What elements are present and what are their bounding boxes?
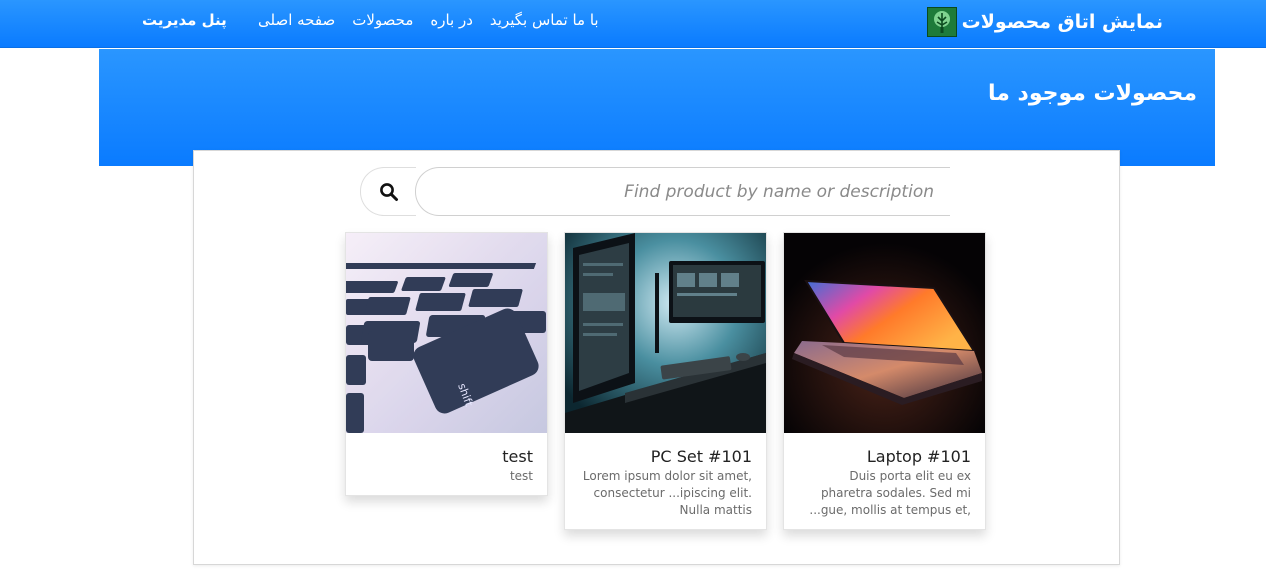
nav-link-products[interactable]: محصولات	[352, 11, 413, 33]
product-card[interactable]: PC Set #101 Lorem ipsum dolor sit amet, …	[564, 232, 767, 530]
pc-setup-photo	[565, 233, 766, 433]
brand[interactable]: نمایش اتاق محصولات	[926, 6, 1163, 38]
product-card[interactable]: shift test test	[345, 232, 548, 496]
product-title: test	[502, 447, 533, 466]
nav-link-contact[interactable]: با ما تماس بگیرید	[490, 11, 599, 33]
tree-logo-icon	[926, 7, 957, 37]
product-title: Laptop #101	[866, 447, 971, 466]
laptop-photo	[784, 233, 985, 433]
brand-title: نمایش اتاق محصولات	[961, 11, 1163, 33]
top-navbar: نمایش اتاق محصولات صفحه اصلی محصولات در …	[0, 0, 1266, 48]
nav-links: صفحه اصلی محصولات در باره با ما تماس بگی…	[258, 11, 599, 33]
products-panel: shift test test	[193, 150, 1120, 565]
product-description: Duis porta elit eu ex pharetra sodales. …	[809, 469, 971, 517]
search-input[interactable]	[415, 167, 950, 216]
keyboard-photo: shift	[346, 233, 547, 433]
product-description: Lorem ipsum dolor sit amet, consectetur …	[582, 469, 752, 517]
nav-link-about[interactable]: در باره	[430, 11, 473, 33]
product-title: PC Set #101	[650, 447, 752, 466]
search-button[interactable]	[360, 167, 416, 216]
product-description: test	[509, 469, 533, 483]
product-card[interactable]: Laptop #101 Duis porta elit eu ex pharet…	[783, 232, 986, 530]
nav-link-home[interactable]: صفحه اصلی	[258, 11, 335, 33]
nav-link-admin-panel[interactable]: پنل مدیریت	[142, 11, 227, 29]
page-title: محصولات موجود ما	[988, 81, 1197, 106]
hero-banner: محصولات موجود ما	[99, 49, 1215, 166]
search-icon	[379, 182, 398, 201]
